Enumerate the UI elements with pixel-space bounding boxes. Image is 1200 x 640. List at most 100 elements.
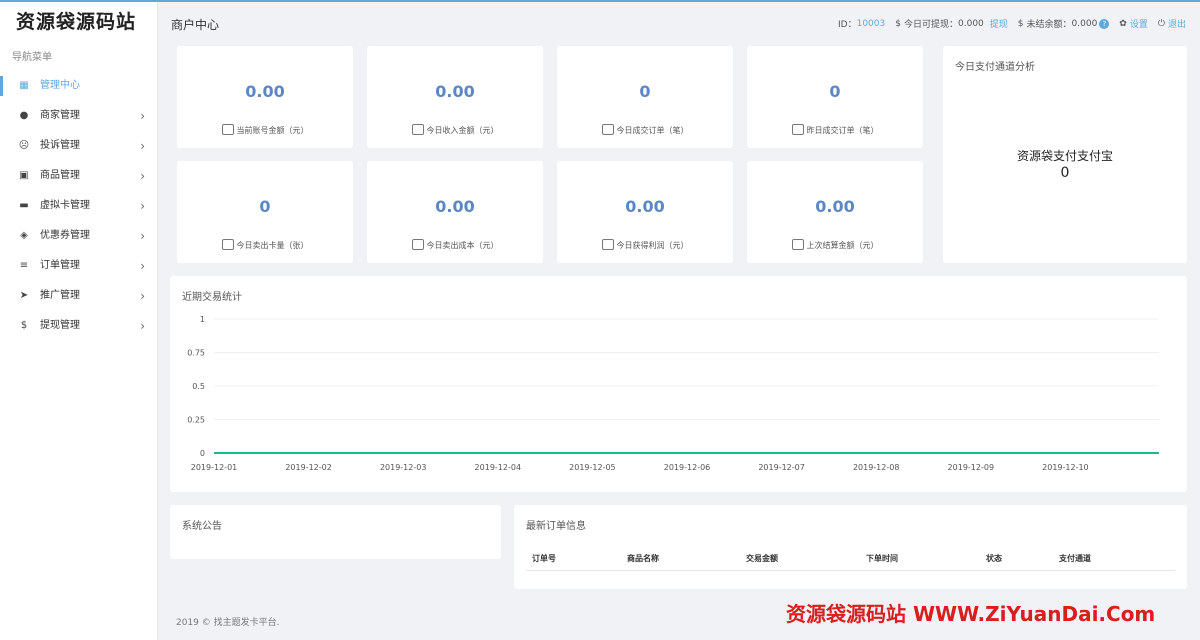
list-icon: ≡: [19, 260, 29, 271]
unsettled-label: 未结余额：: [1026, 20, 1072, 30]
sidebar-item-promotion[interactable]: ➤ 推广管理 ›: [0, 281, 157, 311]
x-tick-label: 2019-12-07: [758, 463, 805, 472]
sidebar-item-label: 管理中心: [40, 80, 80, 91]
stat-label: 今日卖出卡量（张）: [177, 239, 353, 251]
withdrawable-value: 0.000: [958, 18, 984, 29]
chevron-right-icon: ›: [140, 199, 145, 213]
sidebar-item-dashboard[interactable]: ▦ 管理中心: [0, 71, 157, 101]
stat-card-today-income: 0.00 今日收入金额（元）: [367, 46, 543, 148]
stat-value: 0: [259, 197, 271, 216]
stat-value: 0.00: [435, 197, 475, 216]
stat-value: 0.00: [625, 197, 665, 216]
stat-card-today-profit: 0.00 今日获得利润（元）: [557, 161, 733, 263]
page-title: 商户中心: [171, 18, 220, 32]
help-icon[interactable]: ?: [1099, 18, 1110, 29]
panel-title: 今日支付通道分析: [955, 62, 1035, 73]
footer-copyright: 2019 © 找主题发卡平台.: [176, 618, 280, 628]
column-header-product-name[interactable]: 商品名称: [627, 553, 659, 564]
sidebar-item-withdraw[interactable]: $ 提现管理 ›: [0, 311, 157, 341]
dollar-icon: $: [1017, 18, 1024, 29]
sidebar-item-label: 订单管理: [40, 260, 80, 271]
tag-icon: ◈: [20, 230, 28, 241]
x-tick-label: 2019-12-05: [569, 463, 616, 472]
send-icon: ➤: [19, 290, 29, 301]
sidebar-item-orders[interactable]: ≡ 订单管理 ›: [0, 251, 157, 281]
sidebar-item-label: 优惠券管理: [40, 230, 90, 241]
y-tick-label: 0.75: [187, 349, 205, 358]
user-icon: ●: [19, 110, 29, 121]
unsettled-value: 0.000: [1071, 18, 1098, 29]
stat-label: 今日收入金额（元）: [367, 124, 543, 136]
stat-label: 昨日成交订单（笔）: [747, 124, 923, 136]
recent-transactions-chart-panel: 近期交易统计 0 0.25 0.5 0.75 1 2019-12-01 2019-12-02…: [170, 276, 1187, 492]
stat-card-today-orders: 0 今日成交订单（笔）: [557, 46, 733, 148]
dashboard-icon: ▦: [19, 80, 29, 91]
payment-channel-analysis-panel: 今日支付通道分析 资源袋支付支付宝 0: [943, 46, 1187, 263]
database-icon: [411, 239, 424, 250]
announcement-panel: 系统公告: [170, 505, 501, 559]
orders-table-header: 订单号 商品名称 交易金额 下单时间 状态 支付通道: [526, 549, 1175, 571]
wallet-icon: [601, 239, 614, 250]
panel-title: 系统公告: [182, 521, 222, 532]
stat-value: 0.00: [245, 82, 285, 101]
x-tick-label: 2019-12-10: [1042, 463, 1089, 472]
column-header-order-time[interactable]: 下单时间: [866, 553, 898, 564]
stat-card-last-settlement: 0.00 上次结算金额（元）: [747, 161, 923, 263]
merchant-id-label: ID：: [838, 20, 857, 30]
stat-card-account-balance: 0.00 当前账号金额（元）: [177, 46, 353, 148]
nav-section-title: 导航菜单: [12, 52, 52, 63]
header-account-info: ID： 10003 $ 今日可提现： 0.000 提现 $ 未结余额： 0.00…: [838, 17, 1186, 30]
sidebar-item-merchants[interactable]: ● 商家管理 ›: [0, 101, 157, 131]
sidebar-item-label: 推广管理: [40, 290, 80, 301]
x-tick-label: 2019-12-08: [853, 463, 900, 472]
bag-icon: ▣: [19, 170, 29, 181]
stat-label: 当前账号金额（元）: [177, 124, 353, 136]
card-icon: ▬: [19, 200, 29, 211]
y-tick-label: 0: [200, 449, 205, 458]
channel-name: 资源袋支付支付宝: [1016, 149, 1113, 163]
header: 商户中心 ID： 10003 $ 今日可提现： 0.000 提现 $ 未结余额：…: [158, 2, 1200, 44]
sidebar-item-label: 提现管理: [40, 320, 80, 331]
dollar-icon: $: [20, 320, 28, 331]
logout-link[interactable]: 退出: [1168, 17, 1186, 30]
withdraw-link[interactable]: 提现: [990, 17, 1008, 30]
stat-label: 上次结算金额（元）: [747, 239, 923, 251]
column-header-amount[interactable]: 交易金额: [746, 553, 778, 564]
chevron-right-icon: ›: [140, 319, 145, 333]
stat-label: 今日卖出成本（元）: [367, 239, 543, 251]
line-chart: 0 0.25 0.5 0.75 1 2019-12-01 2019-12-02 2019-12…: [187, 315, 1159, 472]
sidebar-item-label: 投诉管理: [40, 140, 80, 151]
chevron-right-icon: ›: [140, 139, 145, 153]
brand-logo[interactable]: 资源袋源码站: [0, 2, 157, 42]
x-tick-label: 2019-12-06: [664, 463, 711, 472]
column-header-payment-channel[interactable]: 支付通道: [1059, 553, 1091, 564]
power-icon: ⏻: [1157, 18, 1165, 29]
latest-orders-panel: 最新订单信息 订单号 商品名称 交易金额 下单时间 状态 支付通道: [514, 505, 1187, 589]
sidebar: 资源袋源码站 导航菜单 ▦ 管理中心 ● 商家管理 › ☹ 投诉管理 › ▣ 商…: [0, 2, 158, 640]
chevron-right-icon: ›: [140, 109, 145, 123]
chevron-right-icon: ›: [140, 289, 145, 303]
sidebar-item-coupons[interactable]: ◈ 优惠券管理 ›: [0, 221, 157, 251]
receipt-icon: [791, 124, 804, 135]
settings-link[interactable]: 设置: [1130, 17, 1148, 30]
sidebar-item-products[interactable]: ▣ 商品管理 ›: [0, 161, 157, 191]
column-header-order-id[interactable]: 订单号: [532, 553, 556, 564]
stat-value: 0: [829, 82, 841, 101]
sidebar-item-complaints[interactable]: ☹ 投诉管理 ›: [0, 131, 157, 161]
coin-icon: [411, 124, 424, 135]
stat-label: 今日成交订单（笔）: [557, 124, 733, 136]
y-tick-label: 0.25: [187, 416, 205, 425]
sidebar-item-label: 商家管理: [40, 110, 80, 121]
stat-label: 今日获得利润（元）: [557, 239, 733, 251]
stat-value: 0: [639, 82, 651, 101]
y-tick-label: 1: [200, 315, 205, 324]
x-tick-label: 2019-12-09: [948, 463, 995, 472]
gear-icon: ✿: [1119, 18, 1127, 29]
stat-card-cards-sold: 0 今日卖出卡量（张）: [177, 161, 353, 263]
stat-card-yesterday-orders: 0 昨日成交订单（笔）: [747, 46, 923, 148]
sidebar-item-virtual-cards[interactable]: ▬ 虚拟卡管理 ›: [0, 191, 157, 221]
column-header-status[interactable]: 状态: [986, 553, 1002, 564]
card-icon: [221, 239, 234, 250]
chevron-right-icon: ›: [140, 259, 145, 273]
nav-list: ▦ 管理中心 ● 商家管理 › ☹ 投诉管理 › ▣ 商品管理 › ▬ 虚拟卡管…: [0, 71, 157, 341]
